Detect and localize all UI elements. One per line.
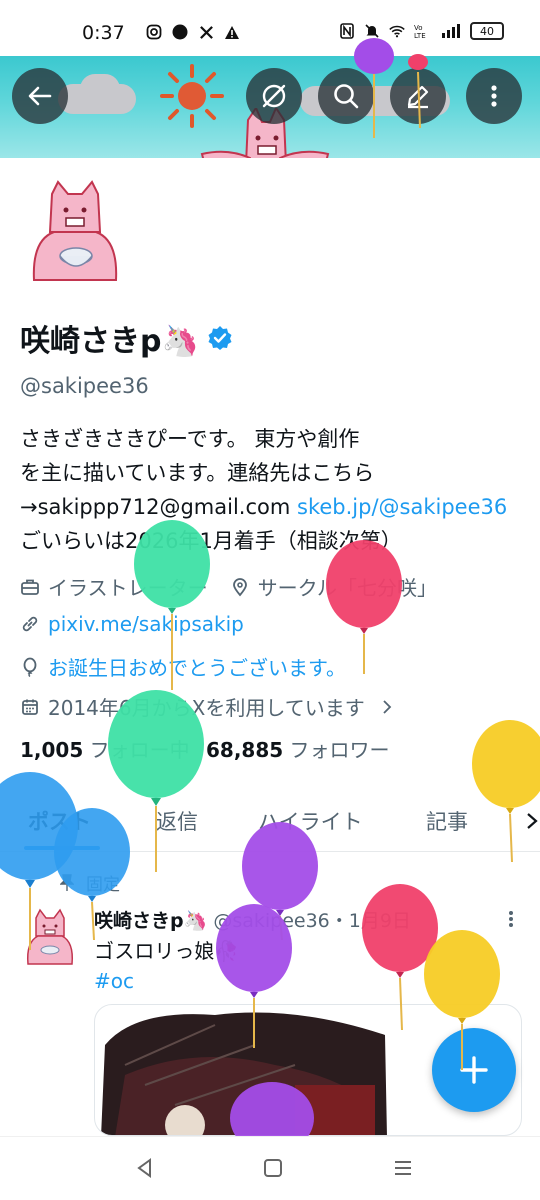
briefcase-icon [21,579,39,595]
profile-tabs: ポスト 返信 ハイライト 記事 [0,790,540,852]
profile-location: サークル「七分咲」 [257,576,438,600]
following-count: 1,005 [20,738,84,762]
tab-articles[interactable]: 記事 [426,806,468,836]
profile-website-link[interactable]: pixiv.me/sakipsakip [48,612,244,636]
calendar-icon [22,699,38,715]
svg-text:LTE: LTE [414,32,426,39]
post-handle-time: @sakipee36・1月9日 [213,910,411,932]
system-navigation-bar [0,1136,540,1200]
bio-skeb-link[interactable]: skeb.jp/@sakipee36 [297,495,507,519]
search-icon [334,84,359,109]
cloud-decoration [80,74,120,104]
signal-icon [441,23,461,39]
nav-home-icon[interactable] [260,1155,286,1181]
status-time: 0:37 [82,22,125,44]
followers-count: 68,885 [205,738,284,762]
battery-icon: 40 [470,22,504,40]
post-body: ゴスロリっ娘🥀 #oc [94,936,239,996]
bio-line: →sakippp712@gmail.com skeb.jp/@sakipee36 [20,490,520,524]
avatar-cat-illustration [32,180,118,281]
svg-text:Vo: Vo [414,24,423,32]
more-options-button[interactable] [466,68,522,124]
profile-meta-birthday: お誕生日おめでとうございます。 [20,652,346,681]
wifi-icon [389,23,405,39]
post-author-name[interactable]: 咲崎さきp🦄 [94,910,207,932]
nfc-icon [339,23,355,39]
post-text: ゴスロリっ娘🥀 [94,939,240,963]
tab-highlights[interactable]: ハイライト [258,806,363,836]
edit-icon [407,85,429,109]
back-button[interactable] [12,68,68,124]
pinned-indicator: 固定 [60,870,120,895]
hide-button[interactable] [246,68,302,124]
post-header: 咲崎さきp🦄 @sakipee36・1月9日 [94,906,411,933]
post-more-icon[interactable] [504,908,518,930]
nav-back-icon[interactable] [132,1155,158,1181]
tab-posts[interactable]: ポスト [28,806,91,836]
profile-meta-website: pixiv.me/sakipsakip [20,612,244,636]
followers-label: フォロワー [289,738,390,762]
warning-icon [224,24,240,40]
followers-link[interactable]: 68,885 フォロワー [206,738,390,762]
profile-handle: @sakipee36 [20,374,149,398]
following-label: フォロー中 [89,738,190,762]
following-link[interactable]: 1,005 フォロー中 [20,738,190,762]
volte-icon: Vo LTE [414,23,432,39]
pin-icon [60,873,74,891]
location-pin-icon [232,577,247,596]
tab-replies[interactable]: 返信 [156,806,198,836]
back-icon [28,86,52,106]
nav-menu-icon[interactable] [390,1155,416,1181]
bio-email: →sakippp712@gmail.com [20,495,297,519]
instagram-icon [146,24,162,40]
profile-meta-joined[interactable]: 2014年6月からXを利用しています [20,692,397,721]
compose-post-button[interactable] [432,1028,516,1112]
verified-badge-icon[interactable] [207,325,233,351]
profile-name: 咲崎さきp🦄 [20,324,199,359]
tabs-scroll-right-icon[interactable] [524,810,540,832]
chevron-right-icon [383,699,392,714]
plus-icon [460,1056,488,1084]
hide-icon [262,84,286,108]
x-icon [198,24,214,40]
edit-button[interactable] [390,68,446,124]
status-bar: 0:37 Vo LTE 40 [0,0,540,58]
more-icon [491,85,497,107]
profile-joined-date: 2014年6月からXを利用しています [48,696,365,720]
bio-line: を主に描いています。連絡先はこちら [20,461,375,485]
link-icon [22,616,38,632]
profile-avatar[interactable] [20,170,170,310]
post-author-avatar[interactable] [22,906,78,970]
pinned-label: 固定 [86,875,120,895]
follow-stats: 1,005 フォロー中 68,885 フォロワー [20,734,390,763]
profile-meta-job-location: イラストレーター サークル「七分咲」 [20,572,437,601]
balloon-icon [23,657,37,677]
profile-job: イラストレーター [48,576,208,600]
post-hashtag[interactable]: #oc [94,966,239,996]
mute-icon [364,23,380,39]
profile-birthday-message[interactable]: お誕生日おめでとうございます。 [48,652,346,681]
bio-line: ごいらいは2026年1月着手（相談次第） [20,529,402,553]
active-tab-indicator [24,846,100,850]
bio-line: さきざきさきぴーです。 東方や創作 [20,427,360,451]
profile-name-row: 咲崎さきp🦄 [20,316,233,360]
search-button[interactable] [318,68,374,124]
profile-bio: さきざきさきぴーです。 東方や創作 を主に描いています。連絡先はこちら →sak… [20,422,520,558]
zozotown-icon [172,24,188,40]
